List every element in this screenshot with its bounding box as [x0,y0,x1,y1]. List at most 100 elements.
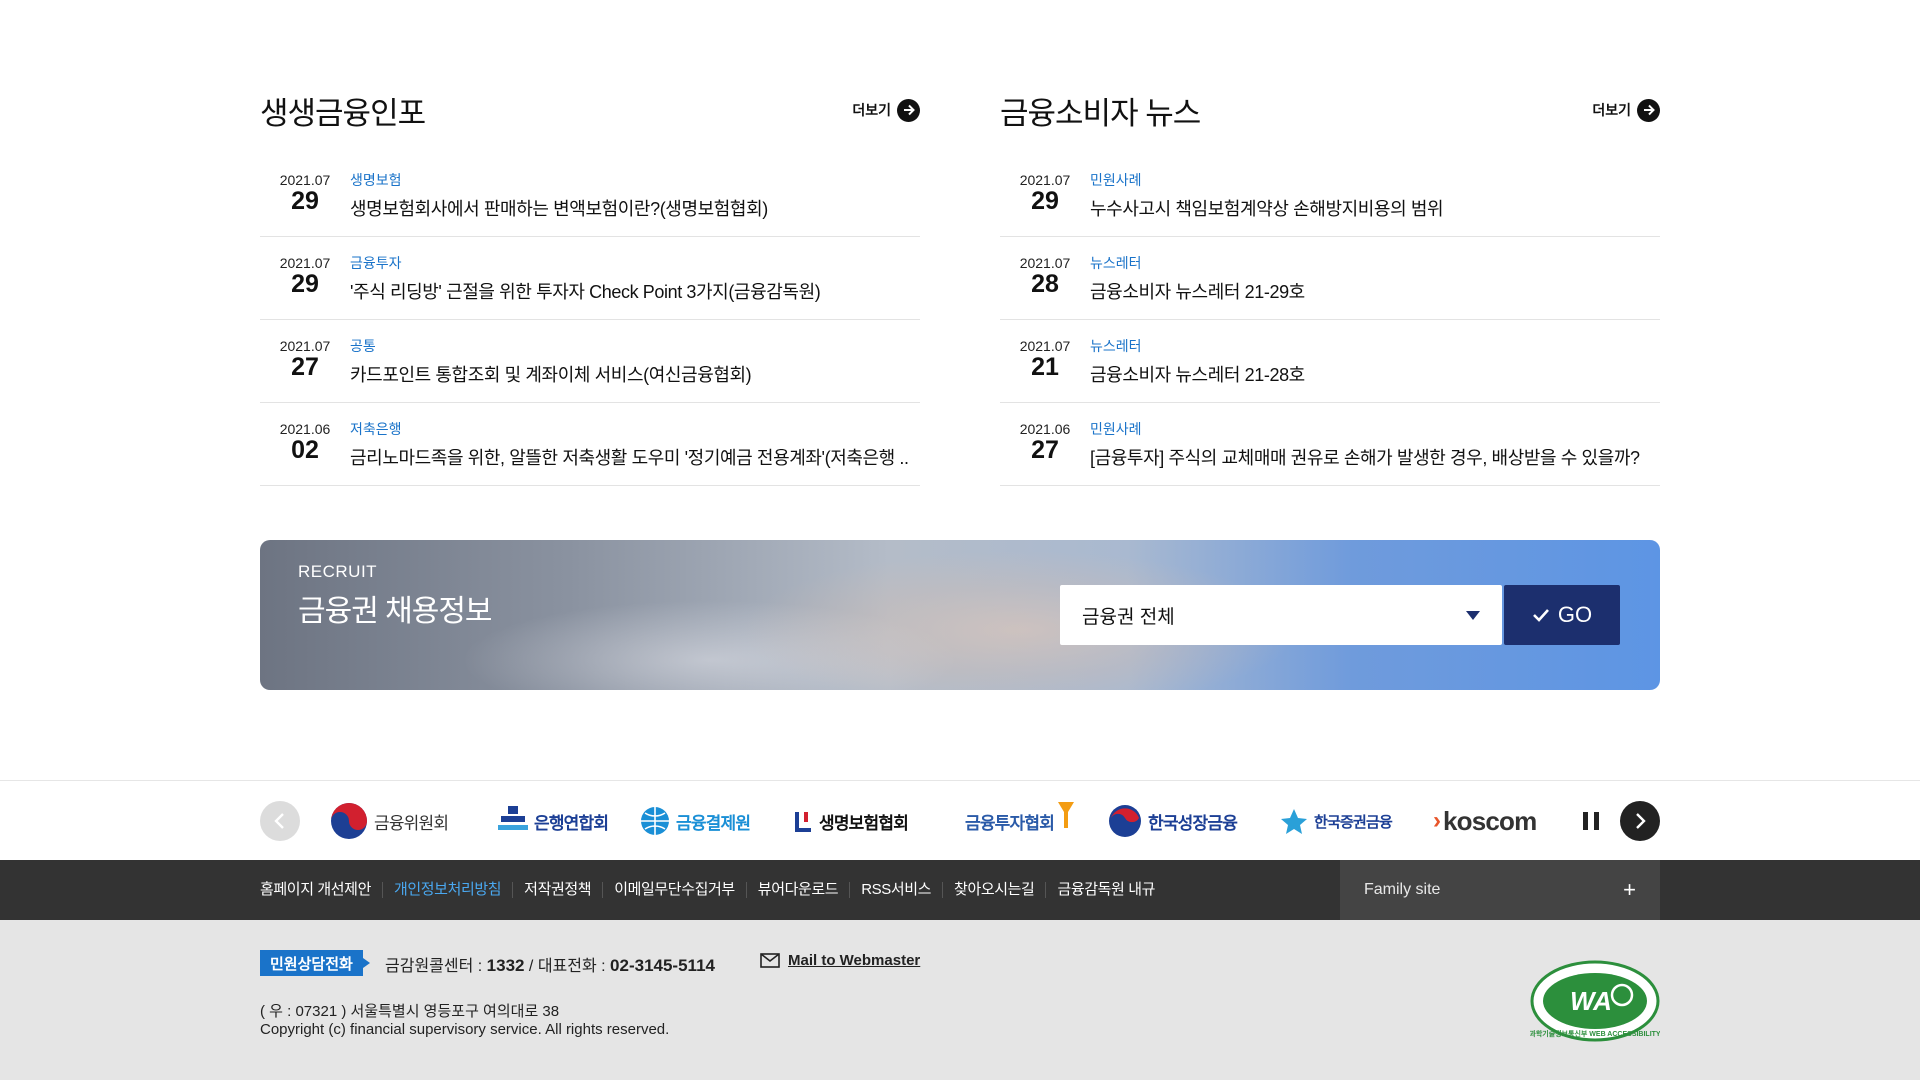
pause-button[interactable] [1583,812,1599,830]
logo-koscom[interactable]: › koscom [1433,803,1537,839]
news-title-link[interactable]: '주식 리딩방' 근절을 위한 투자자 Check Point 3가지(금융감독… [350,278,920,304]
news-title-link[interactable]: 누수사고시 책임보험계약상 손해방지비용의 범위 [1090,195,1660,221]
news-body: 금융투자 '주식 리딩방' 근절을 위한 투자자 Check Point 3가지… [350,249,920,319]
news-title-link[interactable]: 생명보험회사에서 판매하는 변액보험이란?(생명보험협회) [350,195,920,221]
news-date: 2021.07 29 [260,249,350,319]
news-year-month: 2021.06 [279,421,331,437]
mail-webmaster-link[interactable]: Mail to Webmaster [760,952,920,969]
taegeuk-icon [331,803,367,839]
footer-info: 민원상담전화 금감원콜센터 : 1332 / 대표전화 : 02-3145-51… [0,920,1920,1080]
news-day: 29 [1031,187,1059,215]
news-day: 29 [291,187,319,215]
logo-kofia[interactable]: 금융투자협회 [965,802,1076,839]
list-item[interactable]: 2021.07 29 민원사례 누수사고시 책임보험계약상 손해방지비용의 범위 [1000,154,1660,237]
left-more-button[interactable]: 더보기 [852,98,920,122]
globe-icon [641,807,669,835]
footer-link-email-refusal[interactable]: 이메일무단수집거부 [602,882,746,898]
arrow-right-icon [897,98,920,122]
footer-link-privacy[interactable]: 개인정보처리방침 [381,882,512,898]
check-icon [1532,609,1549,622]
more-label: 더보기 [852,102,891,118]
logo-label: 한국성장금융 [1148,813,1238,833]
footer-link-directions[interactable]: 찾아오시는길 [942,882,1045,898]
separator: / [524,958,538,975]
news-category: 민원사례 [1090,421,1142,437]
pause-bar [1583,812,1588,830]
recruit-title: 금융권 채용정보 [298,595,493,628]
family-site-label: Family site [1364,881,1441,898]
logo-label: koscom [1443,805,1537,836]
news-title-link[interactable]: 금융소비자 뉴스레터 21-28호 [1090,361,1660,387]
news-body: 공통 카드포인트 통합조회 및 계좌이체 서비스(여신금융협회) [350,332,920,402]
complaint-call-badge: 민원상담전화 [260,950,370,976]
news-title-link[interactable]: 카드포인트 통합조회 및 계좌이체 서비스(여신금융협회) [350,361,920,387]
news-year-month: 2021.07 [1019,338,1071,354]
recruit-category-select[interactable]: 금융권 전체 [1060,585,1502,645]
kgrowth-mark-icon [1109,805,1141,837]
list-item[interactable]: 2021.07 21 뉴스레터 금융소비자 뉴스레터 21-28호 [1000,320,1660,403]
go-button[interactable]: GO [1504,585,1620,645]
news-day: 21 [1031,353,1059,381]
news-day: 28 [1031,270,1059,298]
chevron-left-icon [274,813,284,829]
news-date: 2021.07 27 [260,332,350,402]
chevron-right-icon [1636,813,1646,829]
list-item[interactable]: 2021.07 29 금융투자 '주식 리딩방' 근절을 위한 투자자 Chec… [260,237,920,320]
main-phone-label: 대표전화 : [537,958,611,975]
logo-label: 금융투자협회 [965,813,1055,833]
prev-button[interactable] [260,801,300,841]
list-item[interactable]: 2021.06 02 저축은행 금리노마드족을 위한, 알뜰한 저축생활 도우미… [260,403,920,486]
news-body: 저축은행 금리노마드족을 위한, 알뜰한 저축생활 도우미 '정기예금 전용계좌… [350,415,920,485]
logo-kftc[interactable]: 금융결제원 [640,803,751,839]
family-site-select[interactable]: Family site + [1340,860,1660,920]
footer-link-viewer[interactable]: 뷰어다운로드 [745,882,849,898]
kfb-mark-icon [498,806,528,830]
news-body: 뉴스레터 금융소비자 뉴스레터 21-28호 [1090,332,1660,402]
callcenter-label: 금감원콜센터 : [385,958,487,975]
mail-label: Mail to Webmaster [788,952,921,969]
next-button[interactable] [1620,801,1660,841]
news-category: 생명보험 [350,172,402,188]
right-news-title: 금융소비자 뉴스 [1000,95,1201,131]
footer-links: 홈페이지 개선제안 개인정보처리방침 저작권정책 이메일무단수집거부 뷰어다운로… [260,860,1166,920]
left-news-title: 생생금융인포 [260,95,426,131]
news-year-month: 2021.07 [279,172,331,188]
callcenter-number: 1332 [486,956,525,975]
logo-klia[interactable]: 생명보험협회 [795,803,909,839]
list-item[interactable]: 2021.07 27 공통 카드포인트 통합조회 및 계좌이체 서비스(여신금융… [260,320,920,403]
news-body: 생명보험 생명보험회사에서 판매하는 변액보험이란?(생명보험협회) [350,166,920,236]
left-news-header: 생생금융인포 더보기 [260,88,920,132]
list-item[interactable]: 2021.06 27 민원사례 [금융투자] 주식의 교체매매 권유로 손해가 … [1000,403,1660,486]
list-item[interactable]: 2021.07 28 뉴스레터 금융소비자 뉴스레터 21-29호 [1000,237,1660,320]
web-accessibility-mark-icon: WA 과학기술정보통신부 WEB ACCESSIBILITY [1530,960,1660,1042]
news-date: 2021.07 29 [1000,166,1090,236]
right-news-header: 금융소비자 뉴스 더보기 [1000,88,1660,132]
logo-label: 금융위원회 [374,813,449,833]
partner-logo-bar: 금융위원회 은행연합회 금융결제원 생명보험협회 금융투자협회 한국성장금융 한… [0,780,1920,860]
news-category: 공통 [350,338,376,354]
news-title-link[interactable]: [금융투자] 주식의 교체매매 권유로 손해가 발생한 경우, 배상받을 수 있… [1090,444,1660,470]
logo-kgrowth[interactable]: 한국성장금융 [1108,803,1238,839]
right-more-button[interactable]: 더보기 [1592,98,1660,122]
logo-fsc[interactable]: 금융위원회 [330,803,449,839]
wa-mark-text: WA [1570,986,1612,1016]
list-item[interactable]: 2021.07 29 생명보험 생명보험회사에서 판매하는 변액보험이란?(생명… [260,154,920,237]
news-category: 뉴스레터 [1090,338,1142,354]
footer-link-copyright[interactable]: 저작권정책 [512,882,602,898]
news-title-link[interactable]: 금융소비자 뉴스레터 21-29호 [1090,278,1660,304]
left-news-list: 2021.07 29 생명보험 생명보험회사에서 판매하는 변액보험이란?(생명… [260,154,920,486]
more-label: 더보기 [1592,102,1631,118]
footer-link-suggestion[interactable]: 홈페이지 개선제안 [260,882,382,898]
kofia-flag-icon [1058,802,1075,828]
news-title-link[interactable]: 금리노마드족을 위한, 알뜰한 저축생활 도우미 '정기예금 전용계좌'(저축은… [350,444,920,470]
news-day: 02 [291,436,319,464]
news-date: 2021.07 21 [1000,332,1090,402]
left-news-column: 생생금융인포 더보기 2021.07 29 생명보험 생명보험회사에서 판매하는… [260,88,920,486]
logo-kfb[interactable]: 은행연합회 [498,803,609,839]
footer-link-rss[interactable]: RSS서비스 [849,882,942,898]
logo-ksfc[interactable]: 한국증권금융 [1280,803,1393,839]
right-news-list: 2021.07 29 민원사례 누수사고시 책임보험계약상 손해방지비용의 범위… [1000,154,1660,486]
news-body: 민원사례 [금융투자] 주식의 교체매매 권유로 손해가 발생한 경우, 배상받… [1090,415,1660,485]
footer-link-regulations[interactable]: 금융감독원 내규 [1045,882,1166,898]
news-day: 27 [291,353,319,381]
